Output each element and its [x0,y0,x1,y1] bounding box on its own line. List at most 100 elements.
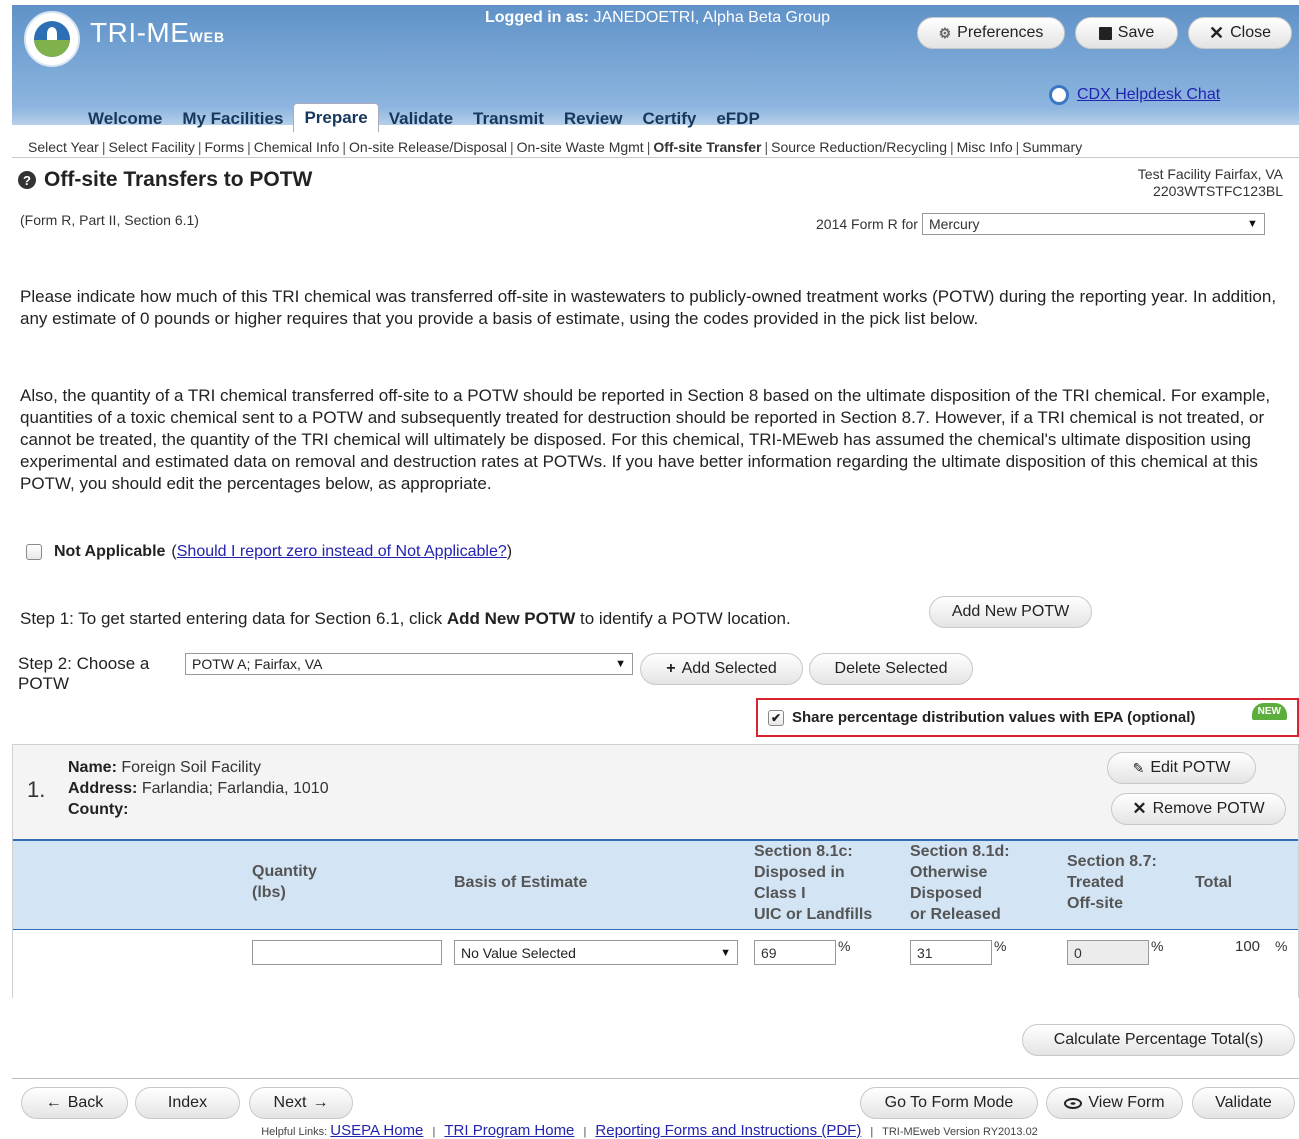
col-quantity: Quantity (lbs) [252,863,317,901]
col-section-8-1c: Section 8.1c: Disposed in Class I UIC or L… [754,843,873,923]
percent-sign: % [838,938,851,954]
gear-icon: ⚙ [938,24,952,41]
section-8-1d-input[interactable]: 31 [910,940,992,965]
subnav-item-select-facility[interactable]: Select Facility [108,139,194,155]
potw-select[interactable]: POTW A; Fairfax, VA ▼ [185,653,633,675]
reporting-forms-link[interactable]: Reporting Forms and Instructions (PDF) [595,1122,861,1139]
nav-tab-transmit[interactable]: Transmit [463,107,554,132]
potw-card-header: 1. Name: Foreign Soil Facility Address: … [13,745,1298,839]
validate-button[interactable]: Validate [1192,1087,1295,1119]
subnav-item-off-site-transfer[interactable]: Off-site Transfer [653,139,761,155]
subnav-item-chemical-info[interactable]: Chemical Info [254,139,340,155]
next-button[interactable]: Next → [249,1087,353,1119]
quantity-input[interactable] [252,940,442,965]
subnav-item-misc-info[interactable]: Misc Info [957,139,1013,155]
subnav-separator: | [247,138,251,155]
close-icon: ✕ [1132,799,1147,818]
report-zero-help-link[interactable]: Should I report zero instead of Not Appl… [177,543,507,560]
share-percentage-checkbox[interactable]: ✔ [768,709,784,726]
footer-links: Helpful Links: USEPA Home | TRI Program … [261,1122,1038,1139]
add-new-potw-button[interactable]: Add New POTW [929,596,1092,628]
edit-potw-button[interactable]: ✎ Edit POTW [1107,752,1256,784]
nav-tab-review[interactable]: Review [554,107,633,132]
close-icon: ✕ [1209,22,1225,43]
col-total: Total [1195,874,1233,891]
subnav-separator: | [646,138,651,155]
remove-potw-button[interactable]: ✕ Remove POTW [1111,793,1286,825]
table-row: No Value Selected ▼ 69 % 31 % 0 % 100 % [13,929,1298,999]
footer-divider [12,1078,1299,1079]
help-icon[interactable]: ? [18,171,36,189]
helpdesk-chat-link[interactable]: CDX Helpdesk Chat [1077,86,1220,104]
main-nav: Welcome My Facilities Prepare Validate Trans… [78,103,770,132]
subnav-item-summary[interactable]: Summary [1022,139,1082,155]
dropdown-arrow-icon: ▼ [615,658,626,670]
table-header: Quantity (lbs) Basis of Estimate Section … [13,839,1298,929]
potw-number: 1. [27,777,46,802]
percent-sign: % [994,938,1007,954]
eye-icon [1064,1097,1083,1109]
percent-sign: % [1275,938,1288,954]
subnav-separator: | [197,138,202,155]
nav-tab-my-facilities[interactable]: My Facilities [172,107,293,132]
percent-sign: % [1151,938,1164,954]
not-applicable-row: Not Applicable (Should I report zero ins… [26,543,512,561]
facility-info: Test Facility Fairfax, VA 2203WTSTFC123B… [1138,166,1283,200]
subnav-item-on-site-waste-mgmt[interactable]: On-site Waste Mgmt [517,139,644,155]
subnav-item-source-reduction-recycling[interactable]: Source Reduction/Recycling [771,139,947,155]
section-8-1c-input[interactable]: 69 [754,940,836,965]
subnav-separator: | [950,138,954,155]
index-button[interactable]: Index [135,1087,240,1119]
dropdown-arrow-icon: ▼ [1247,218,1258,230]
nav-tab-welcome[interactable]: Welcome [78,107,172,132]
plus-icon: + [666,660,676,677]
facility-name: Test Facility Fairfax, VA [1137,166,1283,182]
pencil-icon: ✎ [1132,759,1145,776]
save-button[interactable]: Save [1075,17,1178,49]
subnav-item-forms[interactable]: Forms [204,139,244,155]
back-button[interactable]: ← Back [21,1087,128,1119]
preferences-button[interactable]: ⚙ Preferences [917,17,1065,49]
chemical-select[interactable]: Mercury ▼ [921,213,1265,235]
calculate-percentage-button[interactable]: Calculate Percentage Total(s) [1022,1024,1295,1056]
tri-program-home-link[interactable]: TRI Program Home [444,1122,574,1139]
app-title: TRI-MEWEB [90,17,226,48]
delete-selected-button[interactable]: Delete Selected [809,653,973,685]
nav-tab-certify[interactable]: Certify [632,107,706,132]
subnav-item-on-site-release-disposal[interactable]: On-site Release/Disposal [349,139,507,155]
view-form-button[interactable]: View Form [1046,1087,1183,1119]
new-badge: NEW [1251,703,1287,720]
total-value: 100 [1235,938,1261,955]
form-for-row: 2014 Form R for Mercury ▼ [816,213,1265,235]
not-applicable-checkbox[interactable] [26,544,42,560]
subnav-separator: | [342,138,347,155]
potw-card: 1. Name: Foreign Soil Facility Address: … [12,744,1299,999]
page-title: Off-site Transfers to POTW [44,168,313,191]
col-basis: Basis of Estimate [454,874,588,891]
basis-of-estimate-select[interactable]: No Value Selected ▼ [454,940,738,965]
disposition-paragraph: Also, the quantity of a TRI chemical tra… [20,386,1271,493]
epa-logo [24,11,80,67]
nav-tab-prepare[interactable]: Prepare [293,103,379,132]
close-button[interactable]: ✕ Close [1188,17,1292,49]
subnav-item-select-year[interactable]: Select Year [28,139,99,155]
subnav-separator: | [1015,138,1020,155]
nav-tab-efdp[interactable]: eFDP [706,107,769,132]
intro-paragraph: Please indicate how much of this TRI che… [20,287,1277,328]
go-to-form-mode-button[interactable]: Go To Form Mode [860,1087,1038,1119]
form-reference: (Form R, Part II, Section 6.1) [20,212,199,228]
col-section-8-1d: Section 8.1d: Otherwise Disposed or Releas… [910,843,1010,923]
subnav-separator: | [510,138,514,155]
helpdesk-link[interactable]: CDX Helpdesk Chat [1049,85,1220,105]
logged-in-info: Logged in as: JANEDOETRI, Alpha Beta Gro… [485,9,830,26]
page-title-row: ? Off-site Transfers to POTW [18,168,312,192]
app-header: TRI-MEWEB Logged in as: JANEDOETRI, Alph… [12,5,1299,132]
step2-label: Step 2: Choose a POTW [18,654,150,693]
potw-info: Name: Foreign Soil Facility Address: Far… [68,759,329,818]
usepa-home-link[interactable]: USEPA Home [330,1122,423,1139]
subnav-separator: | [764,138,769,155]
arrow-left-icon: ← [45,1094,62,1111]
nav-tab-validate[interactable]: Validate [379,107,463,132]
facility-id: 2203WTSTFC123BL [1153,183,1283,199]
add-selected-button[interactable]: + Add Selected [640,653,803,685]
